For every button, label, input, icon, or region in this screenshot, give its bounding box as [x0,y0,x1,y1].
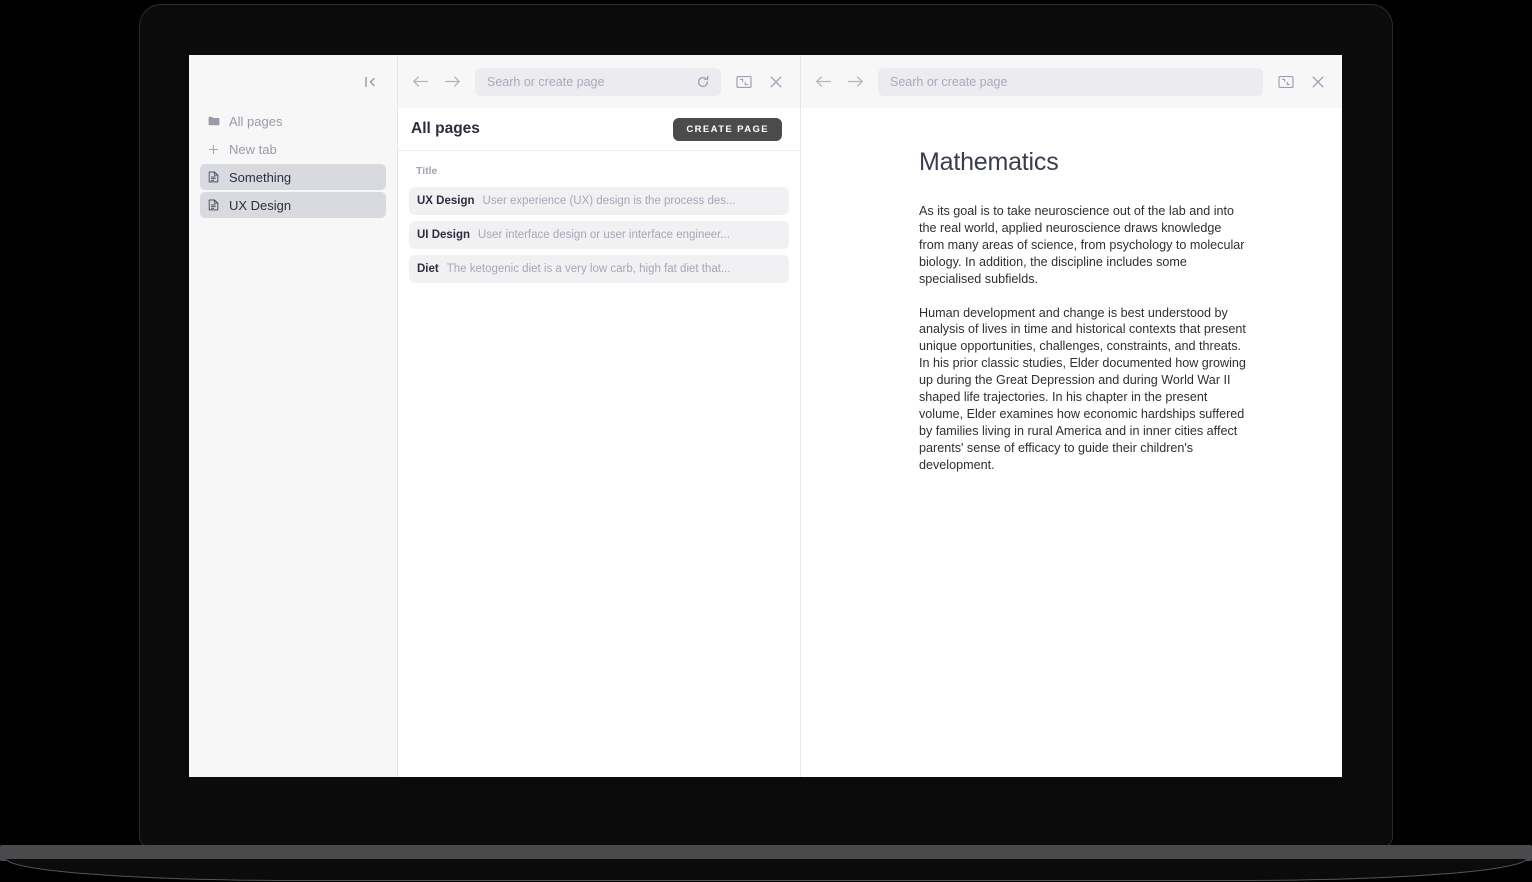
list-header: All pages CREATE PAGE [398,108,800,151]
table-row[interactable]: UX Design User experience (UX) design is… [409,187,789,215]
list-panel-toolbar [398,55,800,108]
document-icon [207,171,220,184]
laptop-foot [6,859,1526,881]
back-button[interactable] [407,69,433,95]
sidebar-item-label: All pages [229,113,283,129]
collapse-sidebar-button[interactable] [357,70,383,94]
search-input[interactable] [487,67,691,96]
document-body: Mathematics As its goal is to take neuro… [801,108,1342,777]
arrow-left-icon [815,75,832,88]
all-pages-panel: All pages CREATE PAGE Title UX Design Us… [398,55,801,777]
table-row[interactable]: Diet The ketogenic diet is a very low ca… [409,255,789,283]
sidebar-item-list: All pages New tab Something UX Design [189,108,397,220]
row-title: UI Design [417,229,471,241]
sidebar: All pages New tab Something UX Design [189,55,398,777]
sidebar-item-label: Something [229,169,292,185]
arrow-left-icon [412,75,429,88]
sidebar-item-label: New tab [229,141,277,157]
arrow-right-icon [847,75,864,88]
back-button[interactable] [810,69,836,95]
row-snippet: User interface design or user interface … [478,229,730,241]
collapse-panel-icon [1278,75,1294,89]
sidebar-header [189,55,397,108]
document-content: Mathematics As its goal is to take neuro… [919,148,1249,474]
document-paragraph[interactable]: As its goal is to take neuroscience out … [919,203,1249,288]
folder-icon [207,115,220,128]
table-row[interactable]: UI Design User interface design or user … [409,221,789,249]
sidebar-item-label: UX Design [229,197,292,213]
plus-icon [207,143,220,156]
close-icon [1311,75,1325,89]
sidebar-item-something[interactable]: Something [200,164,386,190]
arrow-right-icon [444,75,461,88]
search-box[interactable] [475,67,721,96]
page-list: UX Design User experience (UX) design is… [398,187,800,289]
app-window: All pages New tab Something UX Design Se… [189,55,1342,777]
collapse-panel-icon [736,75,752,89]
column-header-title: Title [416,165,438,177]
forward-button[interactable] [842,69,868,95]
close-panel-button[interactable] [763,69,789,95]
row-snippet: User experience (UX) design is the proce… [482,195,736,207]
row-title: Diet [417,263,439,275]
document-title[interactable]: Mathematics [919,148,1249,177]
expand-panel-button[interactable] [731,69,757,95]
doc-panel-toolbar [801,55,1342,108]
close-icon [769,75,783,89]
search-box[interactable] [878,67,1263,96]
close-panel-button[interactable] [1305,69,1331,95]
sidebar-item-all-pages[interactable]: All pages [200,108,386,134]
page-title: All pages [411,120,480,137]
document-paragraph[interactable]: Human development and change is best und… [919,305,1249,474]
row-title: UX Design [417,195,475,207]
search-input[interactable] [890,67,1257,96]
row-snippet: The ketogenic diet is a very low carb, h… [446,263,731,275]
sidebar-item-new-tab[interactable]: New tab [200,136,386,162]
create-page-button[interactable]: CREATE PAGE [673,117,782,141]
document-icon [207,199,220,212]
refresh-button[interactable] [691,70,715,94]
expand-panel-button[interactable] [1273,69,1299,95]
sidebar-item-ux-design[interactable]: UX Design [200,192,386,218]
forward-button[interactable] [439,69,465,95]
refresh-icon [696,75,710,89]
collapse-sidebar-icon [363,75,377,89]
document-panel: Mathematics As its goal is to take neuro… [801,55,1342,777]
